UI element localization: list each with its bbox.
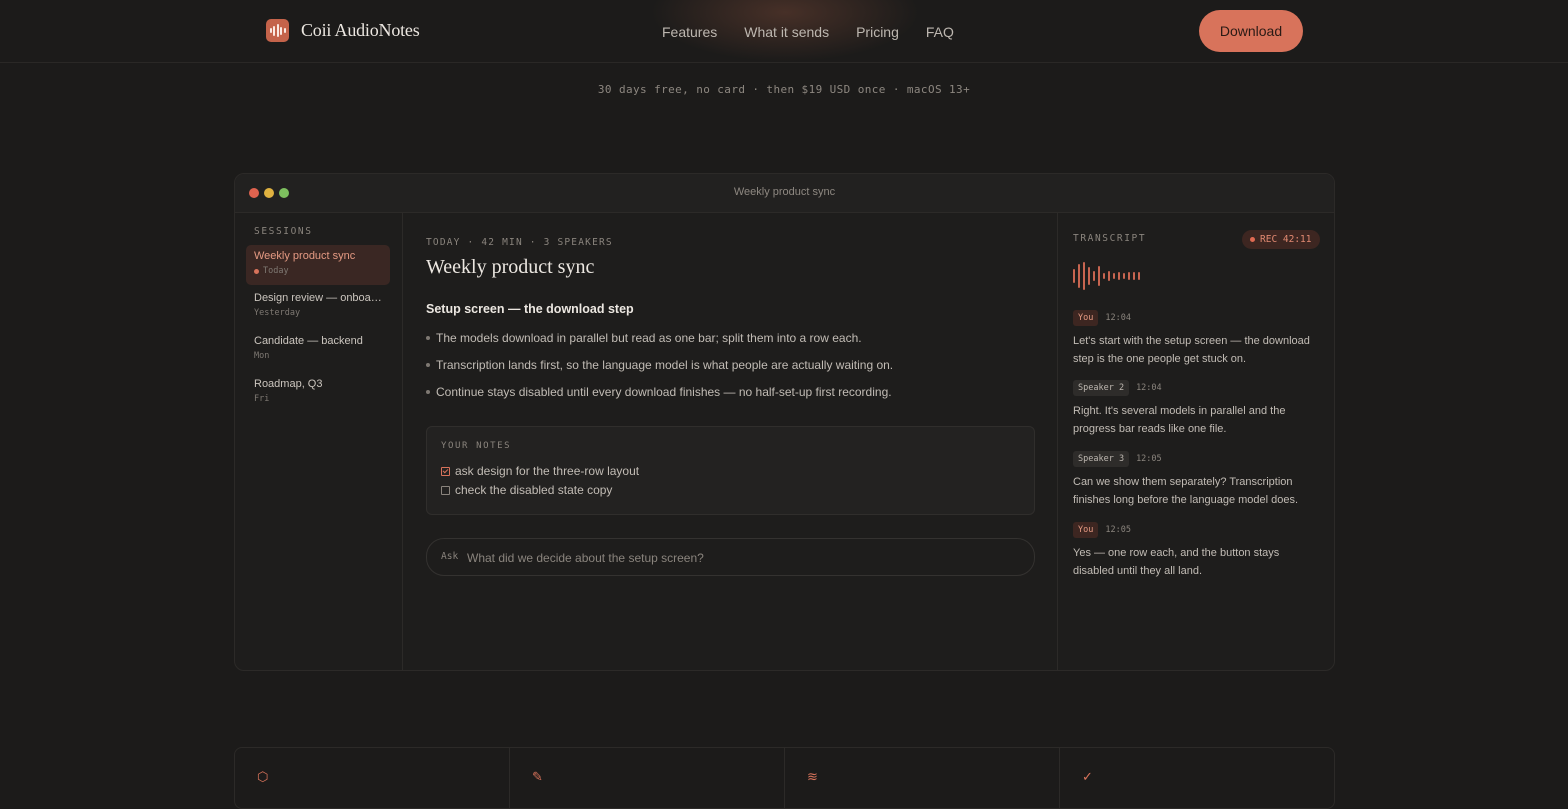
message-text: Right. It's several models in parallel a… — [1073, 405, 1286, 435]
message-time: 12:04 — [1105, 313, 1131, 323]
transcript-message: You 12:04 Let's start with the setup scre… — [1073, 307, 1323, 368]
message-time: 12:05 — [1136, 454, 1162, 464]
message-text: Can we show them separately? Transcripti… — [1073, 476, 1299, 506]
bullet-text: Continue stays disabled until every down… — [436, 385, 892, 399]
sessions-sidebar: SESSIONS Weekly product sync Today Desig… — [235, 213, 403, 670]
recording-dot-icon — [1250, 237, 1255, 242]
session-date: Fri — [254, 394, 270, 404]
feature-card: ✓ — [1060, 748, 1334, 808]
message-time: 12:05 — [1105, 525, 1131, 535]
main-nav: Features What it sends Pricing FAQ — [662, 24, 954, 40]
note-text: ask design for the three-row layout — [455, 464, 640, 478]
session-item-roadmap-q3[interactable]: Roadmap, Q3 Fri — [246, 373, 390, 413]
bullet-dot-icon — [426, 390, 430, 394]
feature-card: ≋ — [785, 748, 1060, 808]
session-date: Mon — [254, 351, 270, 361]
speaker-tag: Speaker 3 — [1073, 451, 1130, 467]
speaker-tag: You — [1073, 310, 1099, 326]
session-title: Candidate — backend — [254, 335, 363, 347]
checkbox-empty-icon[interactable] — [441, 485, 450, 495]
ask-bar: Ask — [426, 538, 1035, 576]
feature-card: ⬡ — [235, 748, 510, 808]
brand-logo[interactable]: Coii AudioNotes — [266, 19, 420, 42]
audio-wave-logo-icon — [266, 19, 289, 42]
recording-dot-icon — [254, 268, 259, 274]
notes-pane: TODAY · 42 MIN · 3 SPEAKERS Weekly produ… — [403, 213, 1058, 670]
pen-icon: ✎ — [532, 769, 543, 784]
wave-icon: ≋ — [807, 769, 818, 784]
nav-link-what-it-sends[interactable]: What it sends — [744, 24, 829, 40]
message-time: 12:04 — [1136, 383, 1162, 393]
notes-heading: YOUR NOTES — [441, 441, 512, 451]
nav-link-features[interactable]: Features — [662, 24, 717, 40]
session-date: Yesterday — [254, 308, 301, 318]
bullet-text: The models download in parallel but read… — [436, 331, 862, 345]
transcript-message: Speaker 2 12:04 Right. It's several model… — [1073, 377, 1323, 438]
ask-input[interactable] — [465, 545, 1019, 571]
top-navigation-bar: Coii AudioNotes Features What it sends P… — [0, 0, 1568, 63]
transcript-message: You 12:05 Yes — one row each, and the but… — [1073, 519, 1323, 580]
session-meta: TODAY · 42 MIN · 3 SPEAKERS — [426, 237, 613, 248]
speaker-tag: You — [1073, 522, 1099, 538]
transcript-heading: TRANSCRIPT — [1073, 233, 1147, 244]
session-title-heading: Weekly product sync — [426, 256, 595, 278]
note-item[interactable]: ask design for the three-row layout — [441, 464, 639, 478]
session-item-candidate-backend[interactable]: Candidate — backend Mon — [246, 330, 390, 370]
recording-badge: REC 42:11 — [1242, 230, 1321, 249]
note-text: check the disabled state copy — [455, 483, 613, 497]
nav-link-faq[interactable]: FAQ — [926, 24, 954, 40]
checkbox-checked-icon[interactable] — [441, 466, 450, 476]
message-text: Yes — one row each, and the button stays… — [1073, 547, 1280, 577]
bullet-dot-icon — [426, 336, 430, 340]
transcript-pane: TRANSCRIPT REC 42:11 You 12:04 Let's star… — [1058, 213, 1334, 670]
session-title: Roadmap, Q3 — [254, 378, 323, 390]
bullet-dot-icon — [426, 363, 430, 367]
message-text: Let's start with the setup screen — the … — [1073, 335, 1310, 365]
brand-name: Coii AudioNotes — [301, 20, 420, 40]
section-heading: Setup screen — the download step — [426, 302, 634, 316]
sessions-heading: SESSIONS — [254, 226, 313, 237]
window-title: Weekly product sync — [733, 186, 836, 198]
bullet-text: Transcription lands first, so the langua… — [436, 358, 894, 372]
summary-bullet: Continue stays disabled until every down… — [426, 385, 892, 399]
feature-cards-row: ⬡ ✎ ≋ ✓ — [234, 747, 1335, 809]
recording-time: REC 42:11 — [1260, 234, 1312, 245]
audio-waveform-icon — [1073, 262, 1153, 290]
app-window: Weekly product sync SESSIONS Weekly prod… — [234, 173, 1335, 671]
note-item[interactable]: check the disabled state copy — [441, 483, 612, 497]
ask-label: Ask — [441, 551, 459, 562]
session-item-design-review[interactable]: Design review — onboarding Yesterday — [246, 287, 390, 327]
summary-bullet: The models download in parallel but read… — [426, 331, 862, 345]
window-titlebar: Weekly product sync — [235, 174, 1334, 213]
feature-card: ✎ — [510, 748, 785, 808]
session-title: Weekly product sync — [254, 250, 356, 262]
nav-link-pricing[interactable]: Pricing — [856, 24, 899, 40]
summary-bullet: Transcription lands first, so the langua… — [426, 358, 893, 372]
speaker-tag: Speaker 2 — [1073, 380, 1130, 396]
download-button[interactable]: Download — [1199, 10, 1303, 52]
check-icon: ✓ — [1082, 769, 1093, 784]
pricing-tagline: 30 days free, no card · then $19 USD onc… — [597, 83, 971, 96]
your-notes-card: YOUR NOTES ask design for the three-row … — [426, 426, 1035, 515]
session-item-weekly-product-sync[interactable]: Weekly product sync Today — [246, 245, 390, 285]
shield-icon: ⬡ — [257, 769, 269, 784]
session-date: Today — [254, 266, 289, 276]
session-date-text: Today — [263, 266, 289, 276]
session-title: Design review — onboarding — [254, 292, 382, 304]
transcript-message: Speaker 3 12:05 Can we show them separate… — [1073, 448, 1323, 509]
